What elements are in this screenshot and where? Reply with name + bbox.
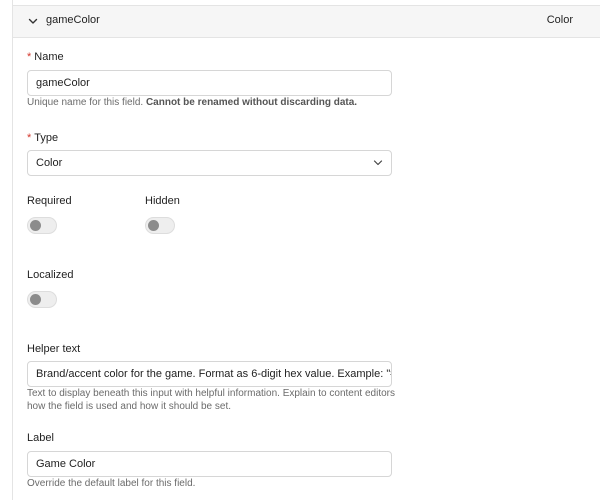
label-input-value: Game Color xyxy=(36,458,96,470)
helper-text-input[interactable]: Brand/accent color for the game. Format … xyxy=(27,361,392,387)
type-select-value: Color xyxy=(36,157,63,169)
required-label: Required xyxy=(27,195,72,207)
name-input-value: gameColor xyxy=(36,77,90,89)
helper-text-help-line-2: how the field is used and how it should … xyxy=(27,401,232,412)
field-editor-panel: gameColor Color * Name gameColor Unique n… xyxy=(12,0,600,500)
label-field-label: Label xyxy=(27,432,54,444)
chevron-down-icon[interactable] xyxy=(27,15,39,27)
toggle-knob xyxy=(148,220,159,231)
toggle-knob xyxy=(30,220,41,231)
field-header[interactable]: gameColor Color xyxy=(13,6,600,38)
name-input[interactable]: gameColor xyxy=(27,70,392,96)
helper-text-help-line-1: Text to display beneath this input with … xyxy=(27,388,395,399)
localized-label: Localized xyxy=(27,269,74,281)
toggle-knob xyxy=(30,294,41,305)
field-header-title: gameColor xyxy=(46,14,100,26)
type-label-text: Type xyxy=(34,132,59,144)
chevron-down-icon xyxy=(373,160,383,166)
name-help-plain: Unique name for this field. xyxy=(27,97,146,108)
field-header-type: Color xyxy=(546,14,573,26)
name-help-bold: Cannot be renamed without discarding dat… xyxy=(145,97,358,108)
name-help: Unique name for this field. Cannot be re… xyxy=(27,96,357,109)
name-label: * Name xyxy=(27,51,64,63)
name-label-text: Name xyxy=(34,51,64,63)
hidden-label: Hidden xyxy=(145,195,180,207)
localized-toggle[interactable] xyxy=(27,291,57,308)
label-help: Override the default label for this fiel… xyxy=(27,478,196,489)
type-label: * Type xyxy=(27,132,58,144)
helper-text-label: Helper text xyxy=(27,343,81,355)
label-input[interactable]: Game Color xyxy=(27,451,392,477)
type-select[interactable]: Color xyxy=(27,150,392,176)
helper-text-input-value: Brand/accent color for the game. Format … xyxy=(36,368,391,380)
required-marker: * xyxy=(27,51,32,63)
hidden-toggle[interactable] xyxy=(145,217,175,234)
required-marker: * xyxy=(27,132,32,144)
required-toggle[interactable] xyxy=(27,217,57,234)
